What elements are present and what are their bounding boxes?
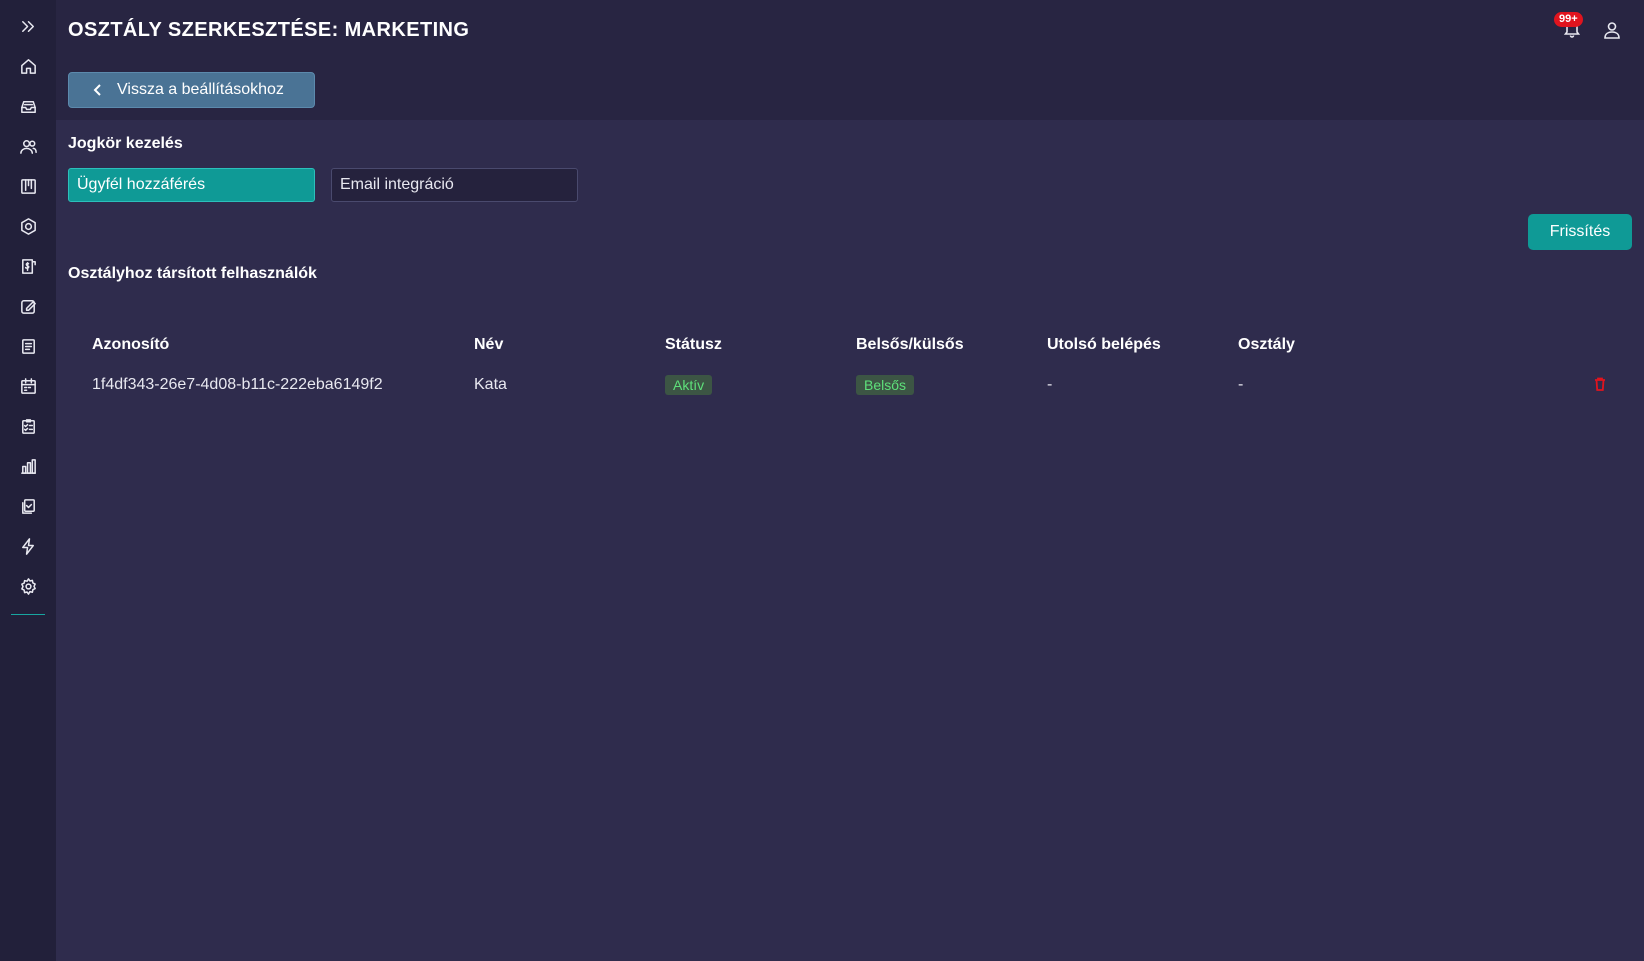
edit-note-icon[interactable] <box>8 286 48 326</box>
copy-check-icon[interactable] <box>8 486 48 526</box>
bar-chart-icon[interactable] <box>8 446 48 486</box>
column-header-last-login[interactable]: Utolsó belépés <box>1047 330 1161 360</box>
chevron-left-icon <box>93 84 101 96</box>
type-cell: Belsős <box>856 370 915 400</box>
trash-icon <box>1595 377 1605 391</box>
table-row[interactable]: 1f4df343-26e7-4d08-b11c-222eba6149f2 Kat… <box>68 370 1632 400</box>
home-icon[interactable] <box>8 46 48 86</box>
inbox-icon[interactable] <box>8 86 48 126</box>
top-bar: OSZTÁLY SZERKESZTÉSE: MARKETING Vissza a… <box>56 0 1644 120</box>
column-header-id[interactable]: Azonosító <box>92 330 169 360</box>
status-cell: Aktív <box>665 370 713 400</box>
notification-badge: 99+ <box>1554 12 1583 27</box>
document-icon[interactable] <box>8 326 48 366</box>
refresh-button[interactable]: Frissítés <box>1528 214 1632 250</box>
checklist-icon[interactable] <box>8 406 48 446</box>
expand-icon[interactable] <box>8 6 48 46</box>
main-content: Jogkör kezelés Ügyfél hozzáférés Email i… <box>56 120 1644 961</box>
user-name: Kata <box>474 376 507 393</box>
notifications-button[interactable]: 99+ <box>1554 12 1586 42</box>
users-icon[interactable] <box>8 126 48 166</box>
back-button-label: Vissza a beállításokhoz <box>117 81 284 98</box>
kanban-icon[interactable] <box>8 166 48 206</box>
status-badge: Aktív <box>665 374 713 395</box>
user-id: 1f4df343-26e7-4d08-b11c-222eba6149f2 <box>92 376 383 393</box>
lightning-icon[interactable] <box>8 526 48 566</box>
permission-client-access[interactable]: Ügyfél hozzáférés <box>68 168 315 202</box>
last-login: - <box>1047 376 1053 393</box>
users-table-header: Azonosító Név Státusz Belsős/külsős Utol… <box>68 330 1632 360</box>
hexagon-settings-icon[interactable] <box>8 206 48 246</box>
sidebar <box>0 0 56 961</box>
user-menu-button[interactable] <box>1602 20 1624 42</box>
users-section-title: Osztályhoz társított felhasználók <box>68 265 317 282</box>
column-header-internal-external[interactable]: Belsős/külsős <box>856 330 964 360</box>
page-title: OSZTÁLY SZERKESZTÉSE: MARKETING <box>68 19 470 41</box>
gear-icon[interactable] <box>8 566 48 606</box>
type-badge: Belsős <box>856 374 915 395</box>
back-to-settings-button[interactable]: Vissza a beállításokhoz <box>68 72 315 108</box>
sidebar-divider <box>11 614 45 615</box>
delete-user-button[interactable] <box>1592 376 1610 394</box>
user-department: - <box>1238 376 1244 393</box>
permissions-title: Jogkör kezelés <box>68 135 183 152</box>
user-icon <box>1604 22 1620 39</box>
permission-email-integration[interactable]: Email integráció <box>331 168 578 202</box>
column-header-status[interactable]: Státusz <box>665 330 722 360</box>
invoice-icon[interactable] <box>8 246 48 286</box>
column-header-department[interactable]: Osztály <box>1238 330 1295 360</box>
calendar-icon[interactable] <box>8 366 48 406</box>
column-header-name[interactable]: Név <box>474 330 503 360</box>
